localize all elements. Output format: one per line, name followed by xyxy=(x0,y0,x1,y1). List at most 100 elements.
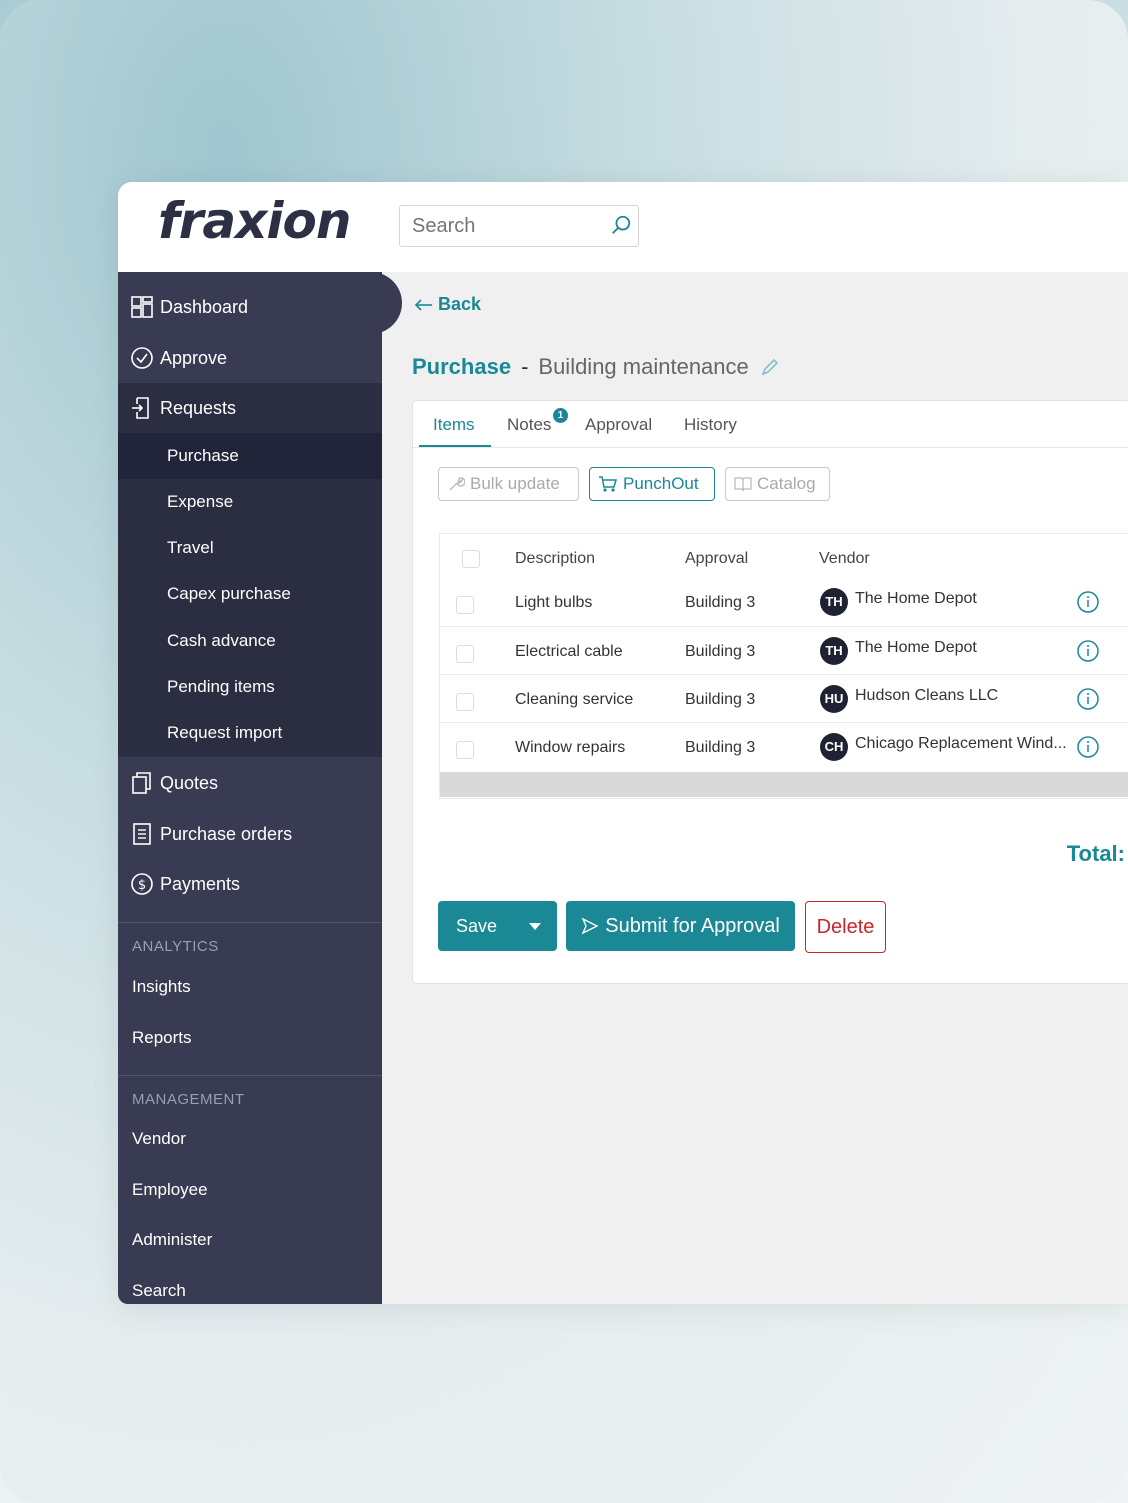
notes-count-badge: 1 xyxy=(553,408,568,423)
document-icon xyxy=(133,823,151,845)
request-card: Items Notes 1 Approval History Bulk upda… xyxy=(412,400,1128,984)
table-row[interactable]: Window repairs Building 3 CH Chicago Rep… xyxy=(440,722,1128,771)
item-approval: Building 3 xyxy=(685,739,756,756)
section-heading-management: MANAGEMENT xyxy=(132,1091,245,1108)
punchout-button[interactable]: PunchOut xyxy=(589,467,715,501)
horizontal-scrollbar[interactable] xyxy=(440,772,1128,797)
edit-pencil-icon[interactable] xyxy=(759,356,781,378)
item-description: Window repairs xyxy=(515,739,626,756)
row-checkbox[interactable] xyxy=(456,741,474,759)
global-search[interactable] xyxy=(399,205,639,247)
sidebar-item-quotes[interactable]: Quotes xyxy=(118,758,382,808)
info-icon[interactable] xyxy=(1077,640,1099,662)
item-vendor: Hudson Cleans LLC xyxy=(855,687,999,704)
dashboard-icon xyxy=(131,296,153,318)
tab-bar: Items Notes 1 Approval History xyxy=(413,401,1128,448)
request-type: Purchase xyxy=(412,354,512,379)
arrow-left-icon xyxy=(414,298,432,311)
tab-history[interactable]: History xyxy=(684,415,737,435)
dollar-circle-icon: $ xyxy=(131,873,153,895)
sidebar-item-label: Payments xyxy=(160,873,241,894)
sidebar-sub-purchase[interactable]: Purchase xyxy=(118,433,382,479)
request-name: Building maintenance xyxy=(538,354,749,379)
info-icon[interactable] xyxy=(1077,688,1099,710)
sidebar-item-label: Purchase orders xyxy=(160,823,293,844)
tab-items[interactable]: Items xyxy=(433,415,475,435)
check-circle-icon xyxy=(131,347,153,369)
app-window: fraxion Dashboard xyxy=(118,182,1128,1304)
sidebar-item-label: Approve xyxy=(160,347,228,368)
save-dropdown-caret-icon[interactable] xyxy=(529,923,541,930)
table-row[interactable]: Cleaning service Building 3 HU Hudson Cl… xyxy=(440,674,1128,723)
sidebar-sub-pending-items[interactable]: Pending items xyxy=(118,664,382,710)
save-button[interactable]: Save xyxy=(438,901,557,951)
sidebar-item-label: Requests xyxy=(160,397,237,418)
fraxion-logo[interactable]: fraxion xyxy=(158,192,351,250)
item-vendor: Chicago Replacement Wind... xyxy=(855,735,1067,752)
column-header-vendor[interactable]: Vendor xyxy=(819,550,870,568)
sidebar-sub-capex-purchase[interactable]: Capex purchase xyxy=(118,571,382,617)
tab-notes[interactable]: Notes xyxy=(507,415,551,435)
sidebar-item-vendor[interactable]: Vendor xyxy=(132,1129,186,1149)
tab-approval[interactable]: Approval xyxy=(585,415,652,435)
svg-text:$: $ xyxy=(138,878,146,893)
sidebar-item-search[interactable]: Search xyxy=(132,1281,186,1301)
select-all-checkbox[interactable] xyxy=(462,550,480,568)
sidebar-sub-travel[interactable]: Travel xyxy=(118,525,382,571)
item-approval: Building 3 xyxy=(685,643,756,660)
table-row[interactable]: Light bulbs Building 3 TH The Home Depot xyxy=(440,578,1128,626)
sidebar-item-administer[interactable]: Administer xyxy=(132,1230,212,1250)
vendor-avatar: TH xyxy=(820,588,848,616)
back-label: Back xyxy=(438,294,482,314)
info-icon[interactable] xyxy=(1077,591,1099,613)
sidebar-item-insights[interactable]: Insights xyxy=(132,977,191,997)
item-approval: Building 3 xyxy=(685,594,756,611)
items-table: Description Approval Vendor Light bulbs … xyxy=(439,533,1128,799)
row-checkbox[interactable] xyxy=(456,596,474,614)
sidebar-item-approve[interactable]: Approve xyxy=(118,333,382,383)
sidebar-sub-request-import[interactable]: Request import xyxy=(118,710,382,756)
bulk-update-button[interactable]: Bulk update xyxy=(438,467,579,501)
wrench-icon xyxy=(449,477,465,491)
column-header-description[interactable]: Description xyxy=(515,550,595,568)
sidebar-item-payments[interactable]: $ Payments xyxy=(118,859,382,909)
item-approval: Building 3 xyxy=(685,691,756,708)
catalog-button[interactable]: Catalog xyxy=(725,467,830,501)
punchout-label: PunchOut xyxy=(623,474,699,493)
column-header-approval[interactable]: Approval xyxy=(685,550,748,568)
sidebar-item-requests[interactable]: Requests xyxy=(118,383,382,433)
cart-icon xyxy=(599,476,617,492)
item-description: Cleaning service xyxy=(515,691,634,708)
divider xyxy=(118,1075,382,1076)
vendor-avatar: CH xyxy=(820,733,848,761)
table-row[interactable]: Electrical cable Building 3 TH The Home … xyxy=(440,626,1128,675)
top-bar: fraxion xyxy=(118,182,1128,272)
row-checkbox[interactable] xyxy=(456,693,474,711)
sidebar-item-purchase-orders[interactable]: Purchase orders xyxy=(118,809,382,859)
vendor-avatar: TH xyxy=(820,637,848,665)
search-input[interactable] xyxy=(410,206,604,246)
request-icon xyxy=(132,397,149,419)
vendor-avatar: HU xyxy=(820,685,848,713)
back-link[interactable]: Back xyxy=(414,294,481,315)
section-heading-analytics: ANALYTICS xyxy=(132,938,219,955)
submit-for-approval-button[interactable]: Submit for Approval xyxy=(566,901,795,951)
sidebar-sub-expense[interactable]: Expense xyxy=(118,479,382,525)
sidebar-item-reports[interactable]: Reports xyxy=(132,1028,192,1048)
delete-button[interactable]: Delete xyxy=(805,901,886,953)
quotes-icon xyxy=(132,772,151,794)
sidebar-item-employee[interactable]: Employee xyxy=(132,1180,208,1200)
book-icon xyxy=(734,477,752,492)
divider xyxy=(118,922,382,923)
catalog-label: Catalog xyxy=(757,474,816,493)
save-label: Save xyxy=(456,915,498,936)
info-icon[interactable] xyxy=(1077,736,1099,758)
row-checkbox[interactable] xyxy=(456,645,474,663)
total-label: Total: xyxy=(1066,841,1125,866)
background: fraxion Dashboard xyxy=(0,0,1128,1503)
sidebar-sub-cash-advance[interactable]: Cash advance xyxy=(118,618,382,664)
sidebar-item-label: Quotes xyxy=(160,772,219,793)
search-icon[interactable] xyxy=(610,214,632,236)
submit-label: Submit for Approval xyxy=(605,914,780,937)
sidebar-item-dashboard[interactable]: Dashboard xyxy=(118,282,382,332)
